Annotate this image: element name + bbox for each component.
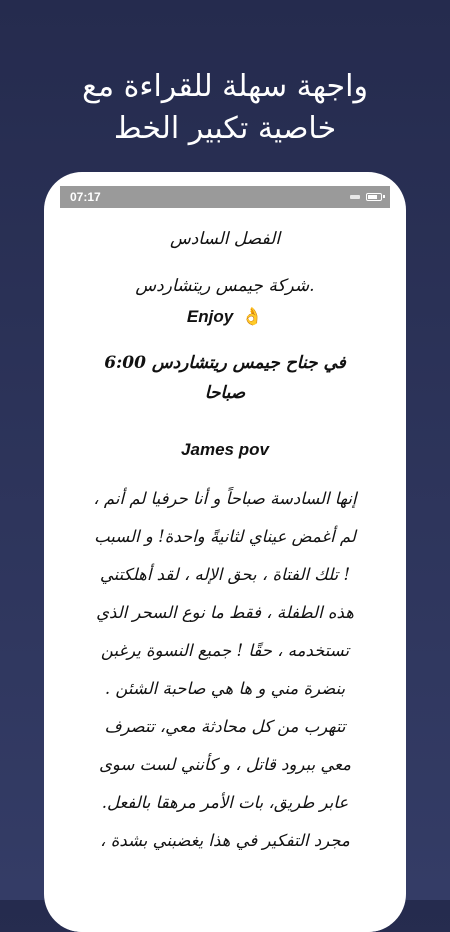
promo-headline-line-2: خاصية تكبير الخط [113,111,337,147]
body-line: هذه الطفلة ، فقط ما نوع السحر الذي [96,603,354,622]
pov-heading: James pov [181,440,269,459]
body-line: تتهرب من كل محادثة معي، تتصرف [104,717,346,736]
chapter-title: الفصل السادس [169,229,281,249]
body-line: ! تلك الفتاة ، بحق الإله ، لقد أهلكتني [99,565,351,584]
status-time: 07:17 [70,190,101,204]
body-line: إنها السادسة صباحاً و أنا حرفيا لم أنم ، [93,489,357,508]
battery-icon [366,193,385,201]
body-line: تستخدمه ، حقًا ! جميع النسوة يرغبن [100,641,350,660]
body-line: معي ببرود قاتل ، و كأنني لست سوى [99,755,351,774]
status-icons [350,193,385,201]
body-line: مجرد التفكير في هذا يغضبني بشدة ، [100,831,350,850]
promo-headline-line-1: واجهة سهلة للقراءة مع [82,69,368,105]
company-line: .شركة جيمس ريتشاردس [135,276,315,296]
phone-mockup: 07:17 الفصل السادس .شركة جيمس ريتشاردس E… [44,172,406,932]
enjoy-text: Enjoy [186,307,234,326]
time-location-line: في جناح جيمس ريتشاردس 6:00 صباحا [104,353,346,403]
body-line: لم أغمض عيناي لثانيةً واحدة! و السبب [94,527,356,546]
reader-page[interactable]: الفصل السادس .شركة جيمس ريتشاردس Enjoy 👌… [60,208,390,932]
signal-icon [350,195,360,199]
body-line: بنضرة مني و ها هي صاحبة الشئن . [104,679,346,698]
body-line: عابر طريق، بات الأمر مرهقا بالفعل. [101,793,349,812]
chapter-body: إنها السادسة صباحاً و أنا حرفيا لم أنم ،… [66,480,384,860]
status-bar: 07:17 [60,186,390,208]
promo-headline: واجهة سهلة للقراءة مع خاصية تكبير الخط [20,66,430,150]
enjoy-line: Enjoy 👌 [60,304,390,330]
ok-hand-icon: 👌 [241,307,264,326]
